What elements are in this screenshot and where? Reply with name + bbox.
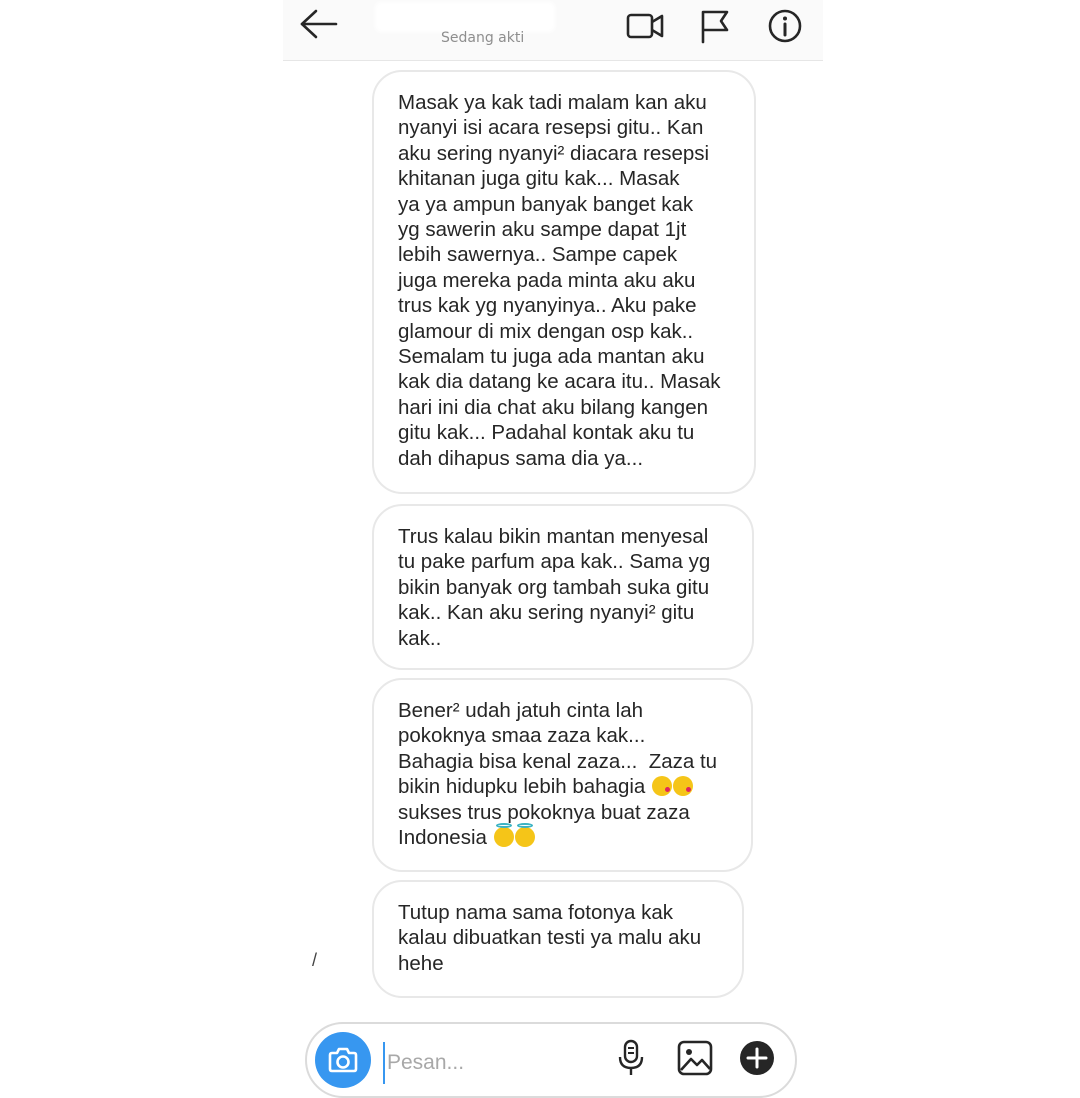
flag-icon [701, 10, 729, 44]
plus-circle-icon [740, 1041, 774, 1075]
image-gallery-icon [677, 1040, 713, 1076]
gallery-button[interactable] [675, 1038, 715, 1078]
message-bubble: Bener² udah jatuh cinta lah pokoknya sma… [372, 678, 753, 872]
add-button[interactable] [737, 1038, 777, 1078]
message-line: Indonesia [398, 823, 729, 850]
video-camera-icon [626, 13, 664, 39]
message-bubble: Tutup nama sama fotonya kak kalau dibuat… [372, 880, 744, 998]
message-bubble: Masak ya kak tadi malam kan aku nyanyi i… [372, 70, 756, 494]
back-button[interactable] [299, 8, 339, 40]
stray-mark: / [312, 950, 318, 970]
message-composer [305, 1022, 797, 1098]
message-line: sukses trus pokoknya buat zaza [398, 800, 690, 824]
message-line: Bahagia bisa kenal zaza... Zaza tu [398, 749, 718, 773]
message-bubble: Trus kalau bikin mantan menyesal tu pake… [372, 504, 754, 670]
microphone-icon [618, 1039, 644, 1075]
message-line: Bener² udah jatuh cinta lah [398, 699, 644, 722]
arrow-left-icon [300, 9, 338, 39]
right-margin [823, 0, 1080, 1080]
kiss-emoji-icon [673, 776, 694, 797]
halo-emoji-icon [493, 823, 514, 848]
thread-header: Sedang akti [283, 0, 823, 61]
halo-emoji-icon [514, 823, 535, 848]
left-margin [0, 0, 283, 1080]
info-icon [768, 9, 802, 43]
dm-thread-screen: Sedang akti Masak ya kak tadi malam kan … [283, 0, 823, 1098]
redacted-username [375, 2, 555, 32]
video-call-button[interactable] [625, 6, 665, 46]
voice-message-button[interactable] [611, 1038, 651, 1078]
message-line: bikin hidupku lebih bahagia [398, 774, 729, 799]
info-button[interactable] [765, 6, 805, 46]
message-input[interactable] [383, 1042, 609, 1084]
message-line: pokoknya smaa zaza kak... [398, 724, 646, 748]
report-flag-button[interactable] [695, 6, 735, 46]
kiss-emoji-icon [652, 776, 673, 797]
message-text: Indonesia [398, 826, 493, 850]
message-text: bikin hidupku lebih bahagia [398, 775, 652, 799]
active-status: Sedang akti [441, 30, 525, 46]
